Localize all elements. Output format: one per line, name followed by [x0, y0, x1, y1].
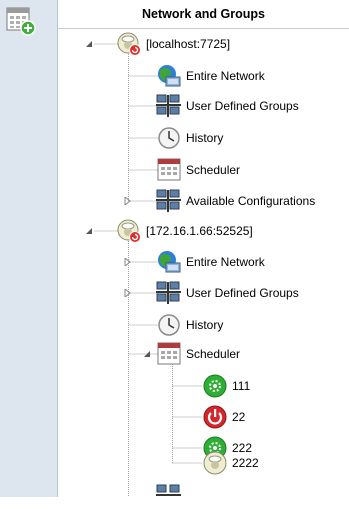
clock-icon [158, 314, 180, 336]
tree-item-label: History [186, 318, 224, 332]
tree-item-entire-network[interactable]: Entire Network [156, 64, 265, 88]
globe-network-icon [158, 65, 181, 87]
calendar-icon [157, 342, 181, 365]
tree-item-history[interactable]: History [156, 313, 223, 337]
tree-item-scheduler[interactable]: Scheduler [156, 342, 240, 366]
tree-item-scheduler[interactable]: Scheduler [156, 158, 240, 182]
task-idle-icon [203, 451, 227, 475]
tree-item-label: Scheduler [186, 163, 241, 177]
tree-item-user-defined-groups[interactable]: User Defined Groups [156, 281, 299, 305]
tree-item-label: Entire Network [186, 255, 265, 269]
collapse-arrow-icon[interactable] [143, 350, 151, 358]
network-group-icon [156, 281, 181, 304]
task-item-22[interactable]: 22 [202, 405, 245, 429]
task-item-2222[interactable]: 2222 [202, 451, 259, 475]
panel-header: Network and Groups [58, 0, 349, 29]
tree-item-user-defined-groups[interactable]: User Defined Groups [156, 94, 299, 118]
task-label: 22 [232, 410, 246, 424]
network-group-icon [156, 484, 181, 496]
task-stopped-icon [203, 405, 227, 429]
server-node[interactable]: [172.16.1.66:52525] [116, 219, 253, 243]
expand-arrow-icon[interactable] [124, 197, 132, 205]
tree-item-label: History [186, 131, 224, 145]
server-icon [117, 32, 141, 56]
tree-item-label: Scheduler [186, 347, 241, 361]
panel-title: Network and Groups [142, 7, 265, 21]
left-toolbar [0, 0, 58, 497]
server-label: [172.16.1.66:52525] [146, 224, 253, 238]
network-group-icon [156, 189, 181, 212]
tree-item-label: User Defined Groups [186, 99, 299, 113]
add-scheduler-icon[interactable] [6, 6, 36, 36]
server-node[interactable]: [localhost:7725] [116, 32, 230, 56]
tree-item-label: Available Configurations [186, 194, 316, 208]
tree-item-history[interactable]: History [156, 126, 223, 150]
tree-item-label: Entire Network [186, 69, 265, 83]
collapse-arrow-icon[interactable] [85, 227, 93, 235]
calendar-icon [157, 158, 181, 181]
server-icon [117, 219, 141, 243]
expand-arrow-icon[interactable] [124, 258, 132, 266]
tree-item-label: User Defined Groups [186, 286, 299, 300]
server-label: [localhost:7725] [146, 37, 231, 51]
task-item-111[interactable]: 111 [202, 374, 250, 398]
tree-item-entire-network[interactable]: Entire Network [156, 250, 265, 274]
task-running-icon [203, 374, 227, 398]
clock-icon [158, 127, 180, 149]
globe-network-icon [158, 251, 181, 273]
tree-item-available-configurations[interactable]: Available Configurations [156, 189, 315, 213]
expand-arrow-icon[interactable] [124, 289, 132, 297]
task-label: 111 [232, 379, 251, 393]
network-tree: [localhost:7725] Entire Network User Def… [58, 29, 349, 497]
collapse-arrow-icon[interactable] [85, 40, 93, 48]
task-label: 2222 [232, 456, 259, 470]
network-group-icon [156, 94, 181, 117]
tree-item-partial[interactable] [156, 484, 186, 508]
